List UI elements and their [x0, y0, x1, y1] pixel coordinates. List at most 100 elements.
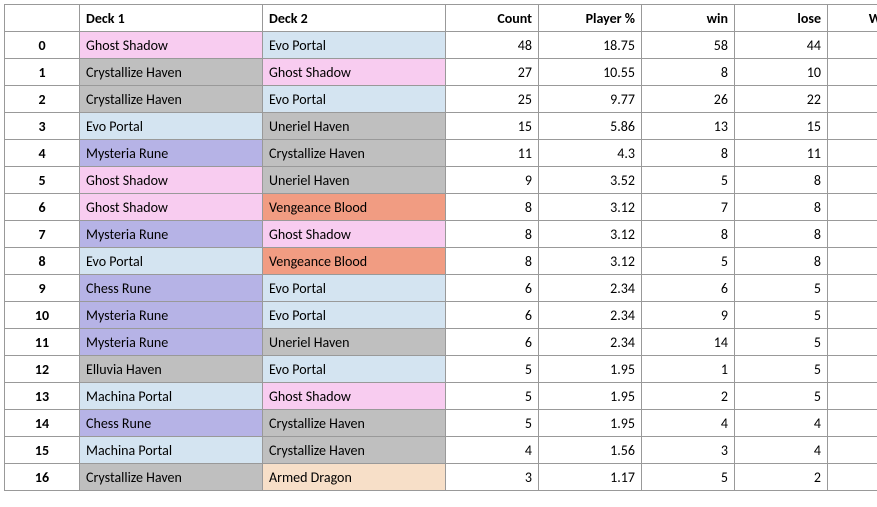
cell-lose: 4	[735, 437, 828, 464]
cell-deck2: Vengeance Blood	[263, 248, 446, 275]
cell-deck1: Chess Rune	[80, 275, 263, 302]
table-row: 2Crystallize HavenEvo Portal259.77262254…	[5, 86, 877, 113]
cell-deck2: Uneriel Haven	[263, 329, 446, 356]
cell-deck1: Mysteria Rune	[80, 221, 263, 248]
cell-winrate: 16.67	[828, 356, 877, 383]
table-row: 3Evo PortalUneriel Haven155.86131546.43	[5, 113, 877, 140]
cell-deck2: Uneriel Haven	[263, 113, 446, 140]
cell-deck1: Evo Portal	[80, 248, 263, 275]
cell-win: 26	[642, 86, 735, 113]
cell-lose: 11	[735, 140, 828, 167]
table-row: 16Crystallize HavenArmed Dragon31.175271…	[5, 464, 877, 491]
table-row: 10Mysteria RuneEvo Portal62.349564.29	[5, 302, 877, 329]
cell-playerp: 1.95	[539, 356, 642, 383]
table-row: 9Chess RuneEvo Portal62.346554.55	[5, 275, 877, 302]
cell-deck2: Evo Portal	[263, 275, 446, 302]
table-row: 6Ghost ShadowVengeance Blood83.127846.67	[5, 194, 877, 221]
cell-deck2: Armed Dragon	[263, 464, 446, 491]
cell-lose: 8	[735, 221, 828, 248]
cell-idx: 7	[5, 221, 80, 248]
cell-winrate: 28.57	[828, 383, 877, 410]
cell-win: 6	[642, 275, 735, 302]
cell-idx: 9	[5, 275, 80, 302]
cell-count: 27	[446, 59, 539, 86]
cell-deck1: Machina Portal	[80, 383, 263, 410]
cell-winrate: 64.29	[828, 302, 877, 329]
cell-count: 9	[446, 167, 539, 194]
header-count: Count	[446, 5, 539, 32]
table-row: 15Machina PortalCrystallize Haven41.5634…	[5, 437, 877, 464]
cell-win: 8	[642, 140, 735, 167]
cell-idx: 10	[5, 302, 80, 329]
cell-deck1: Evo Portal	[80, 113, 263, 140]
cell-count: 3	[446, 464, 539, 491]
cell-winrate: 54.55	[828, 275, 877, 302]
cell-deck2: Ghost Shadow	[263, 59, 446, 86]
table-row: 8Evo PortalVengeance Blood83.125838.46	[5, 248, 877, 275]
cell-playerp: 2.34	[539, 329, 642, 356]
cell-lose: 5	[735, 383, 828, 410]
header-deck1: Deck 1	[80, 5, 263, 32]
cell-lose: 5	[735, 275, 828, 302]
cell-playerp: 2.34	[539, 302, 642, 329]
cell-idx: 13	[5, 383, 80, 410]
cell-deck1: Ghost Shadow	[80, 32, 263, 59]
cell-winrate: 71.43	[828, 464, 877, 491]
cell-win: 2	[642, 383, 735, 410]
cell-lose: 4	[735, 410, 828, 437]
cell-lose: 5	[735, 302, 828, 329]
cell-idx: 14	[5, 410, 80, 437]
cell-winrate: 38.46	[828, 248, 877, 275]
table-row: 0Ghost ShadowEvo Portal4818.75584456.86	[5, 32, 877, 59]
cell-playerp: 1.17	[539, 464, 642, 491]
cell-lose: 5	[735, 329, 828, 356]
cell-win: 5	[642, 464, 735, 491]
table-row: 4Mysteria RuneCrystallize Haven114.38114…	[5, 140, 877, 167]
cell-lose: 22	[735, 86, 828, 113]
cell-lose: 8	[735, 194, 828, 221]
deck-stats-table: Deck 1 Deck 2 Count Player % win lose Wi…	[4, 4, 877, 491]
cell-count: 48	[446, 32, 539, 59]
cell-count: 25	[446, 86, 539, 113]
cell-count: 8	[446, 194, 539, 221]
cell-deck2: Ghost Shadow	[263, 221, 446, 248]
header-win: win	[642, 5, 735, 32]
cell-deck2: Crystallize Haven	[263, 140, 446, 167]
cell-deck2: Crystallize Haven	[263, 437, 446, 464]
cell-deck1: Machina Portal	[80, 437, 263, 464]
cell-deck2: Ghost Shadow	[263, 383, 446, 410]
cell-playerp: 3.12	[539, 221, 642, 248]
cell-count: 11	[446, 140, 539, 167]
cell-deck2: Crystallize Haven	[263, 410, 446, 437]
cell-deck1: Ghost Shadow	[80, 167, 263, 194]
cell-lose: 2	[735, 464, 828, 491]
cell-deck2: Vengeance Blood	[263, 194, 446, 221]
cell-deck1: Mysteria Rune	[80, 140, 263, 167]
cell-lose: 15	[735, 113, 828, 140]
cell-winrate: 50	[828, 410, 877, 437]
header-playerp: Player %	[539, 5, 642, 32]
table-row: 7Mysteria RuneGhost Shadow83.128850	[5, 221, 877, 248]
cell-winrate: 42.86	[828, 437, 877, 464]
cell-win: 7	[642, 194, 735, 221]
cell-win: 1	[642, 356, 735, 383]
cell-win: 5	[642, 248, 735, 275]
cell-deck2: Evo Portal	[263, 86, 446, 113]
header-lose: lose	[735, 5, 828, 32]
cell-deck1: Mysteria Rune	[80, 302, 263, 329]
cell-winrate: 54.17	[828, 86, 877, 113]
cell-idx: 8	[5, 248, 80, 275]
table-row: 5Ghost ShadowUneriel Haven93.525838.46	[5, 167, 877, 194]
cell-count: 6	[446, 275, 539, 302]
cell-deck2: Evo Portal	[263, 32, 446, 59]
cell-playerp: 5.86	[539, 113, 642, 140]
cell-deck1: Crystallize Haven	[80, 464, 263, 491]
cell-lose: 8	[735, 167, 828, 194]
table-row: 11Mysteria RuneUneriel Haven62.3414573.6…	[5, 329, 877, 356]
cell-winrate: 56.86	[828, 32, 877, 59]
cell-win: 8	[642, 59, 735, 86]
cell-playerp: 3.52	[539, 167, 642, 194]
cell-winrate: 42.11	[828, 140, 877, 167]
cell-deck1: Chess Rune	[80, 410, 263, 437]
cell-playerp: 9.77	[539, 86, 642, 113]
